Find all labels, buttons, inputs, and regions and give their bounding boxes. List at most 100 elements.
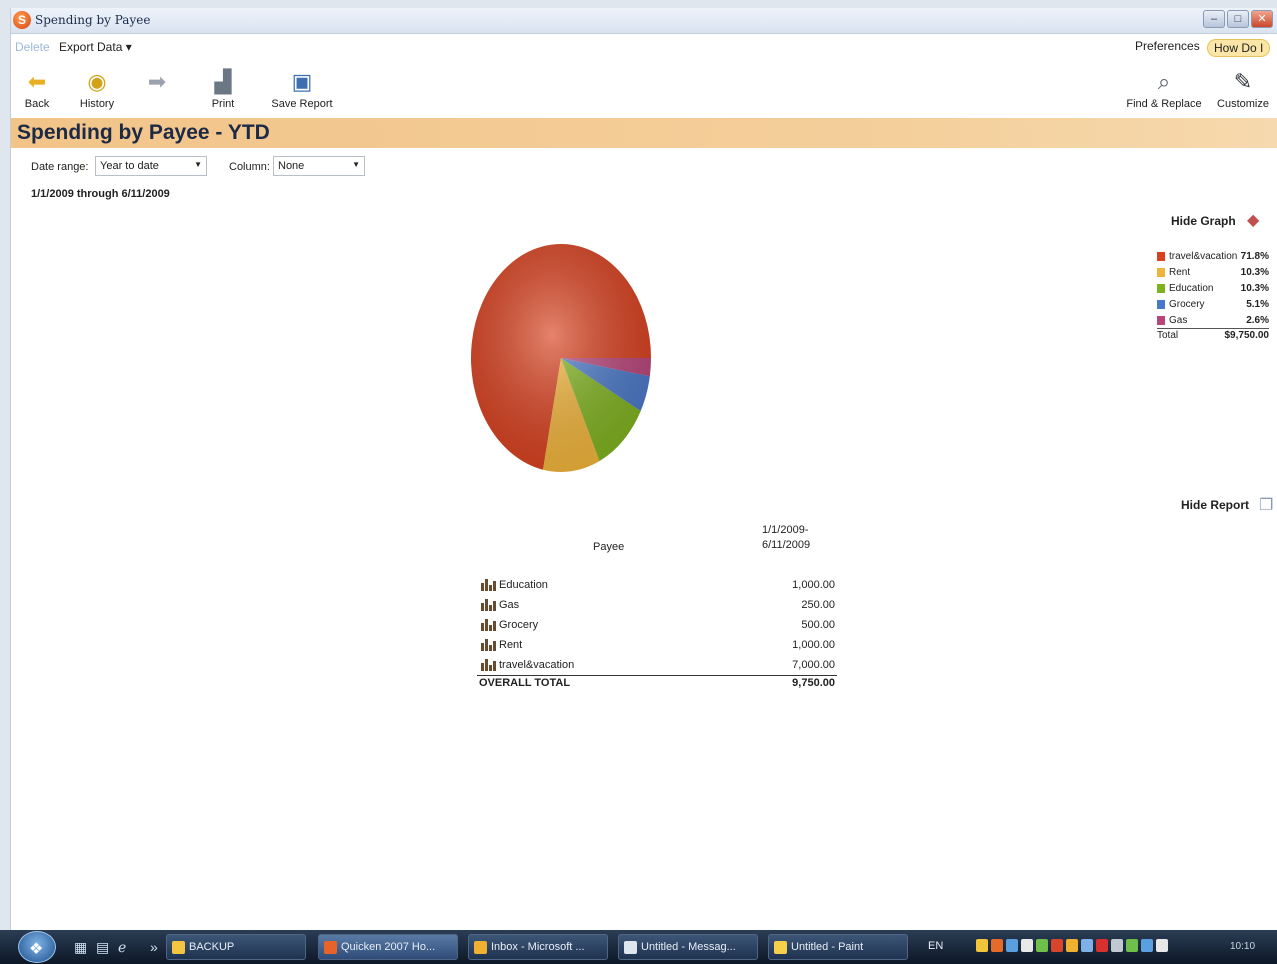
payee-name[interactable]: Gas xyxy=(499,599,519,611)
tray-icon[interactable] xyxy=(1126,939,1138,952)
column-value: None xyxy=(278,160,305,172)
legend-percent: 10.3% xyxy=(1240,267,1269,278)
show-desktop-icon[interactable]: ▦ xyxy=(74,939,87,956)
tray-icon[interactable] xyxy=(1066,939,1078,952)
windows-logo-icon: ❖ xyxy=(29,941,44,958)
maximize-button[interactable]: □ xyxy=(1227,10,1249,28)
forward-button[interactable]: ➡ xyxy=(125,64,189,98)
tray-icon[interactable] xyxy=(991,939,1003,952)
taskbar-button[interactable]: Untitled - Paint xyxy=(768,934,908,960)
window-controls: – □ ✕ xyxy=(1203,10,1273,28)
internet-explorer-icon[interactable]: ℯ xyxy=(118,939,126,956)
header-date: 1/1/2009- 6/11/2009 xyxy=(762,523,810,553)
payee-name[interactable]: Rent xyxy=(499,639,522,651)
menu-export-data[interactable]: Export Data ▾ xyxy=(59,40,132,54)
table-row[interactable]: Gas 250.00 xyxy=(477,598,837,616)
taskbar-button[interactable]: Untitled - Messag... xyxy=(618,934,758,960)
legend-item: Gas 2.6% xyxy=(1157,314,1269,328)
tray-icon[interactable] xyxy=(1111,939,1123,952)
legend-item: Grocery 5.1% xyxy=(1157,298,1269,312)
customize-label: Customize xyxy=(1217,98,1269,110)
table-row[interactable]: Grocery 500.00 xyxy=(477,618,837,636)
save-report-label[interactable]: Save Report xyxy=(271,98,332,110)
bar-chart-icon[interactable] xyxy=(481,599,496,611)
table-row[interactable]: Rent 1,000.00 xyxy=(477,638,837,656)
report-title-banner: Spending by Payee - YTD xyxy=(11,118,1277,148)
history-button[interactable]: ◉ History xyxy=(65,64,129,111)
graph-icon: ◆ xyxy=(1247,212,1260,229)
bar-chart-icon[interactable] xyxy=(481,619,496,631)
taskbar-button[interactable]: Inbox - Microsoft ... xyxy=(468,934,608,960)
legend-name: Rent xyxy=(1169,267,1191,278)
payee-name[interactable]: Grocery xyxy=(499,619,538,631)
tray-icon[interactable] xyxy=(976,939,988,952)
menu-delete[interactable]: Delete xyxy=(15,40,50,54)
payee-amount: 1,000.00 xyxy=(792,639,835,651)
table-row[interactable]: Education 1,000.00 xyxy=(477,578,837,596)
legend-name: travel&vacation xyxy=(1169,251,1238,262)
hide-report-button[interactable]: Hide Report xyxy=(1181,498,1249,512)
payee-name[interactable]: Education xyxy=(499,579,548,591)
date-range-dropdown[interactable]: Year to date ▼ xyxy=(95,156,207,176)
legend-name: Gas xyxy=(1169,315,1188,326)
tray-icon[interactable] xyxy=(1096,939,1108,952)
customize-button[interactable]: ✎ Customize xyxy=(1211,64,1275,111)
back-button[interactable]: ⬅ Back xyxy=(5,64,69,111)
column-dropdown[interactable]: None ▼ xyxy=(273,156,365,176)
close-button[interactable]: ✕ xyxy=(1251,10,1273,28)
bar-chart-icon[interactable] xyxy=(481,639,496,651)
minimize-button[interactable]: – xyxy=(1203,10,1225,28)
legend-total-value: $9,750.00 xyxy=(1224,330,1270,341)
legend-percent: 71.8% xyxy=(1240,251,1269,262)
date-range-label: Date range: xyxy=(31,161,89,173)
legend-swatch xyxy=(1157,252,1165,261)
history-label: History xyxy=(79,98,115,110)
payee-amount: 250.00 xyxy=(801,599,835,611)
save-report-button[interactable]: ▣ Save Report xyxy=(267,64,337,111)
table-row[interactable]: travel&vacation 7,000.00 xyxy=(477,658,837,676)
payee-name[interactable]: travel&vacation xyxy=(499,659,574,671)
menu-preferences[interactable]: Preferences xyxy=(1135,39,1200,53)
legend-item: Rent 10.3% xyxy=(1157,266,1269,280)
quicklaunch-more-icon[interactable]: » xyxy=(150,939,158,955)
quicken-report-window: S Spending by Payee – □ ✕ Delete Export … xyxy=(10,8,1277,930)
find-replace-label: Find & Replace xyxy=(1126,98,1202,110)
forward-arrow-icon: ➡ xyxy=(147,69,167,94)
tray-icon[interactable] xyxy=(1036,939,1048,952)
customize-icon: ✎ xyxy=(1233,69,1253,94)
clock[interactable]: 10:10 xyxy=(1230,941,1255,952)
language-indicator[interactable]: EN xyxy=(928,940,943,952)
taskbar-button-label: Quicken 2007 Ho... xyxy=(341,941,436,953)
taskbar-button-label: Inbox - Microsoft ... xyxy=(491,941,585,953)
pie-chart-svg xyxy=(471,244,651,472)
floppy-disk-icon: ▣ xyxy=(291,69,313,94)
taskbar-button-label: Untitled - Paint xyxy=(791,941,864,953)
legend-percent: 5.1% xyxy=(1246,299,1269,310)
tray-icon[interactable] xyxy=(1021,939,1033,952)
switch-windows-icon[interactable]: ▤ xyxy=(96,939,109,956)
print-button[interactable]: ▟ Print xyxy=(191,64,255,111)
back-label: Back xyxy=(24,98,50,110)
legend-percent: 10.3% xyxy=(1240,283,1269,294)
legend-total: Total $9,750.00 xyxy=(1157,328,1269,341)
start-button[interactable]: ❖ xyxy=(18,931,56,963)
bar-chart-icon[interactable] xyxy=(481,659,496,671)
tray-icon[interactable] xyxy=(1156,939,1168,952)
app-icon xyxy=(774,941,787,954)
legend-total-label: Total xyxy=(1157,330,1179,341)
bar-chart-icon[interactable] xyxy=(481,579,496,591)
tray-icon[interactable] xyxy=(1081,939,1093,952)
overall-total-label: OVERALL TOTAL xyxy=(479,677,571,689)
how-do-i-button[interactable]: How Do I xyxy=(1207,39,1271,57)
app-icon xyxy=(172,941,185,954)
legend-name: Education xyxy=(1169,283,1214,294)
quicken-app-icon: S xyxy=(13,11,31,29)
hide-graph-button[interactable]: Hide Graph xyxy=(1171,214,1236,228)
find-replace-button[interactable]: ⌕ Find & Replace xyxy=(1123,64,1205,111)
tray-icon[interactable] xyxy=(1051,939,1063,952)
tray-icon[interactable] xyxy=(1006,939,1018,952)
taskbar-button[interactable]: Quicken 2007 Ho... xyxy=(318,934,458,960)
payee-amount: 500.00 xyxy=(801,619,835,631)
taskbar-button[interactable]: BACKUP xyxy=(166,934,306,960)
tray-icon[interactable] xyxy=(1141,939,1153,952)
